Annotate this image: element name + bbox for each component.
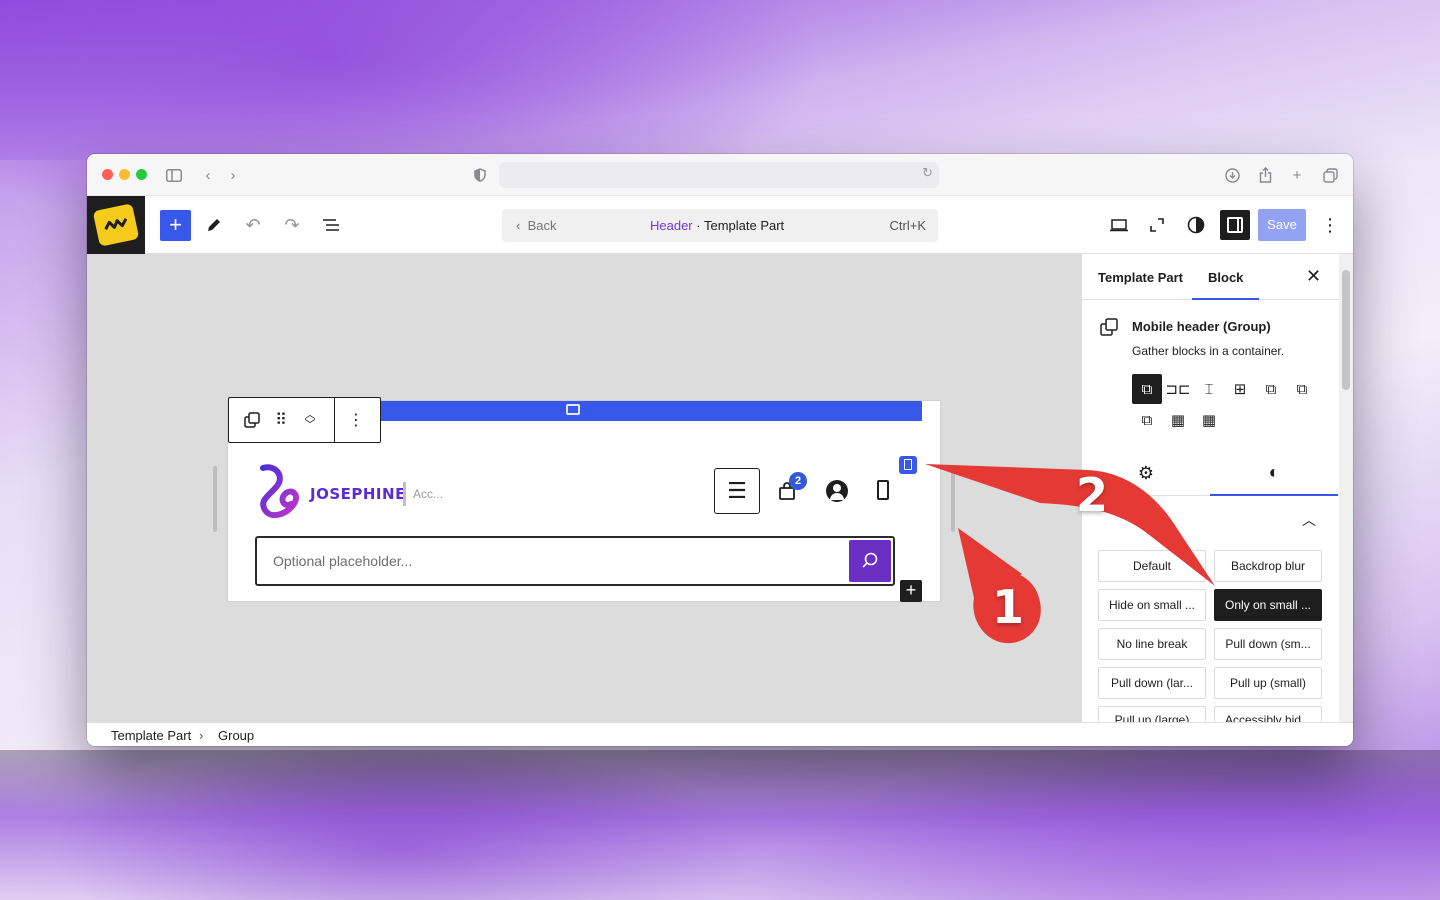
pattern-grid-icon[interactable]: ▦ (1194, 405, 1224, 435)
row-variation-icon[interactable]: ⊐⊏ (1163, 374, 1193, 404)
back-link[interactable]: ‹ Back (516, 218, 556, 233)
close-icon[interactable]: ✕ (1306, 266, 1321, 287)
breadcrumb-item[interactable]: Group (218, 728, 254, 743)
browser-titlebar: ‹ › ↻ + (87, 154, 1353, 196)
block-breadcrumb: Template Part › Group (87, 722, 1353, 746)
block-inserter-button[interactable]: + (160, 210, 191, 241)
pattern-grid-icon[interactable]: ▦ (1163, 405, 1193, 435)
styles-icon[interactable] (1183, 212, 1209, 238)
sidebar-icon[interactable] (163, 164, 185, 186)
sidebar-tabs: Template Part Block ✕ (1082, 254, 1340, 300)
share-icon[interactable] (1254, 164, 1276, 186)
search-field[interactable]: Optional placeholder... (255, 536, 895, 586)
annotation-label-1: 1 (992, 580, 1025, 634)
tab-template-part[interactable]: Template Part (1098, 270, 1183, 285)
group-variation-icon[interactable]: ⧉ (1132, 374, 1162, 404)
block-card-description: Gather blocks in a container. (1132, 344, 1285, 358)
style-option[interactable]: Accessibly hid... (1214, 706, 1322, 722)
document-type: · Template Part (692, 218, 785, 233)
right-resize-handle[interactable] (951, 466, 955, 532)
background-top (0, 0, 1440, 160)
settings-sidebar: Template Part Block ✕ Mobile header (Gro… (1081, 254, 1340, 722)
chevron-up-icon[interactable]: ︿ (1302, 510, 1316, 530)
tab-overview-icon[interactable] (1319, 164, 1341, 186)
pencil-icon[interactable] (201, 212, 227, 238)
close-window-button[interactable] (102, 169, 113, 180)
fullscreen-icon[interactable] (1144, 212, 1170, 238)
breadcrumb-item[interactable]: Template Part (111, 728, 191, 743)
site-tagline[interactable]: Acc... (403, 482, 443, 506)
style-option[interactable]: No line break (1098, 628, 1206, 660)
settings-subtabs: ⚙ ◐ (1082, 450, 1338, 496)
browser-forward-icon[interactable]: › (222, 164, 244, 186)
annotation-label-2: 2 (1076, 468, 1109, 522)
undo-icon[interactable]: ↶ (240, 212, 266, 238)
account-icon[interactable] (826, 480, 848, 502)
stack-variation-icon[interactable]: ⌶ (1194, 374, 1224, 404)
left-resize-handle[interactable] (213, 466, 217, 532)
browser-window: ‹ › ↻ + + ↶ ↷ ‹ Back Header · Template P… (87, 154, 1353, 746)
style-option[interactable]: Default (1098, 550, 1206, 582)
style-option[interactable]: Pull up (large) (1098, 706, 1206, 722)
browser-back-icon[interactable]: ‹ (197, 164, 219, 186)
grid-variation-icon[interactable]: ⊞ (1225, 374, 1255, 404)
pattern-variation-icon[interactable]: ⧉ (1256, 374, 1286, 404)
desktop-preview-icon[interactable] (1106, 212, 1132, 238)
search-button[interactable] (849, 540, 891, 582)
pattern-variation-icon[interactable]: ⧉ (1287, 374, 1317, 404)
editor-canvas[interactable]: ⠿ ︿ ﹀ ⋮ JOSEPHINE Acc... ☰ 2 Optional pl… (87, 254, 1081, 722)
mobile-header-group[interactable]: JOSEPHINE Acc... ☰ 2 Optional placeholde… (227, 400, 941, 602)
command-palette-bar[interactable]: ‹ Back Header · Template Part Ctrl+K (502, 209, 938, 242)
phone-icon[interactable] (877, 480, 889, 500)
new-tab-icon[interactable]: + (1286, 164, 1308, 186)
breadcrumb-separator-icon: › (199, 728, 204, 743)
append-block-button[interactable]: + (900, 580, 922, 602)
menu-toggle-button[interactable]: ☰ (714, 468, 760, 514)
mobile-visibility-icon[interactable] (899, 456, 917, 474)
editor-header: + ↶ ↷ ‹ Back Header · Template Part Ctrl… (87, 196, 1353, 254)
style-option[interactable]: Pull down (sm... (1214, 628, 1322, 660)
scrollbar-thumb[interactable] (1342, 270, 1350, 390)
brand-logo-icon (92, 203, 140, 247)
background-bottom (0, 750, 1440, 900)
style-option-selected[interactable]: Only on small ... (1214, 589, 1322, 621)
settings-sidebar-toggle[interactable] (1220, 210, 1250, 240)
group-block-icon (1100, 318, 1118, 336)
shield-icon[interactable] (469, 164, 491, 186)
style-option[interactable]: Backdrop blur (1214, 550, 1322, 582)
sidebar-panel-icon (1227, 217, 1243, 233)
save-button[interactable]: Save (1258, 209, 1306, 241)
site-title[interactable]: JOSEPHINE (310, 485, 406, 503)
site-logo-button[interactable] (87, 196, 145, 254)
style-option[interactable]: Pull up (small) (1214, 667, 1322, 699)
address-bar[interactable]: ↻ (499, 162, 939, 188)
site-logo-image[interactable] (255, 462, 301, 524)
document-title: Header · Template Part (650, 218, 784, 233)
styles-contrast-icon[interactable]: ◐ (1210, 450, 1338, 496)
style-option[interactable]: Hide on small ... (1098, 589, 1206, 621)
search-placeholder: Optional placeholder... (273, 553, 413, 569)
redo-icon[interactable]: ↷ (279, 212, 305, 238)
document-title-highlight: Header (650, 218, 693, 233)
zoom-window-button[interactable] (136, 169, 147, 180)
list-view-icon[interactable] (318, 212, 344, 238)
style-option[interactable]: Pull down (lar... (1098, 667, 1206, 699)
block-card-title: Mobile header (Group) (1132, 319, 1271, 334)
tab-block[interactable]: Block (1191, 270, 1261, 300)
minimize-window-button[interactable] (119, 169, 130, 180)
cart-count-badge: 2 (789, 472, 807, 490)
reload-icon[interactable]: ↻ (922, 165, 933, 181)
pattern-variation-icon[interactable]: ⧉ (1132, 405, 1162, 435)
sidebar-scrollbar[interactable] (1339, 254, 1353, 722)
back-label: Back (527, 218, 557, 233)
more-options-icon[interactable]: ⋮ (1317, 212, 1343, 238)
download-icon[interactable] (1221, 164, 1243, 186)
shortcut-hint: Ctrl+K (889, 218, 926, 233)
